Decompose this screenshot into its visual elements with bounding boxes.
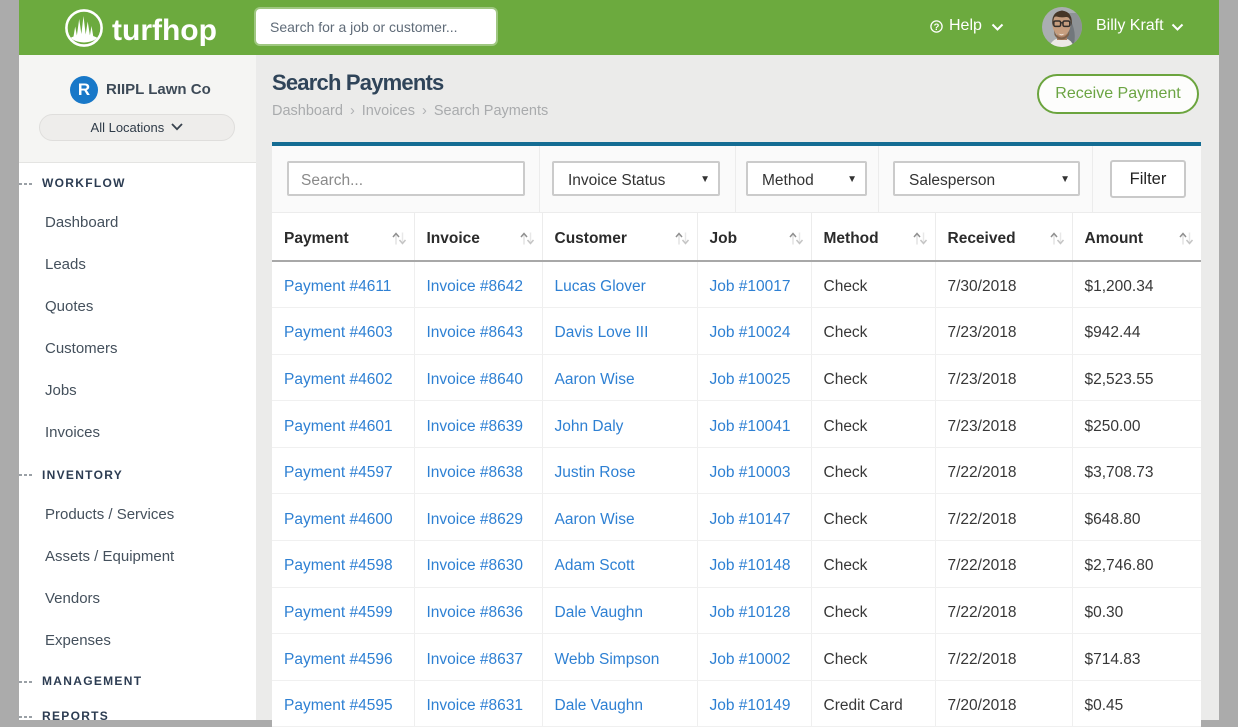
svg-text:?: ? (934, 22, 940, 33)
